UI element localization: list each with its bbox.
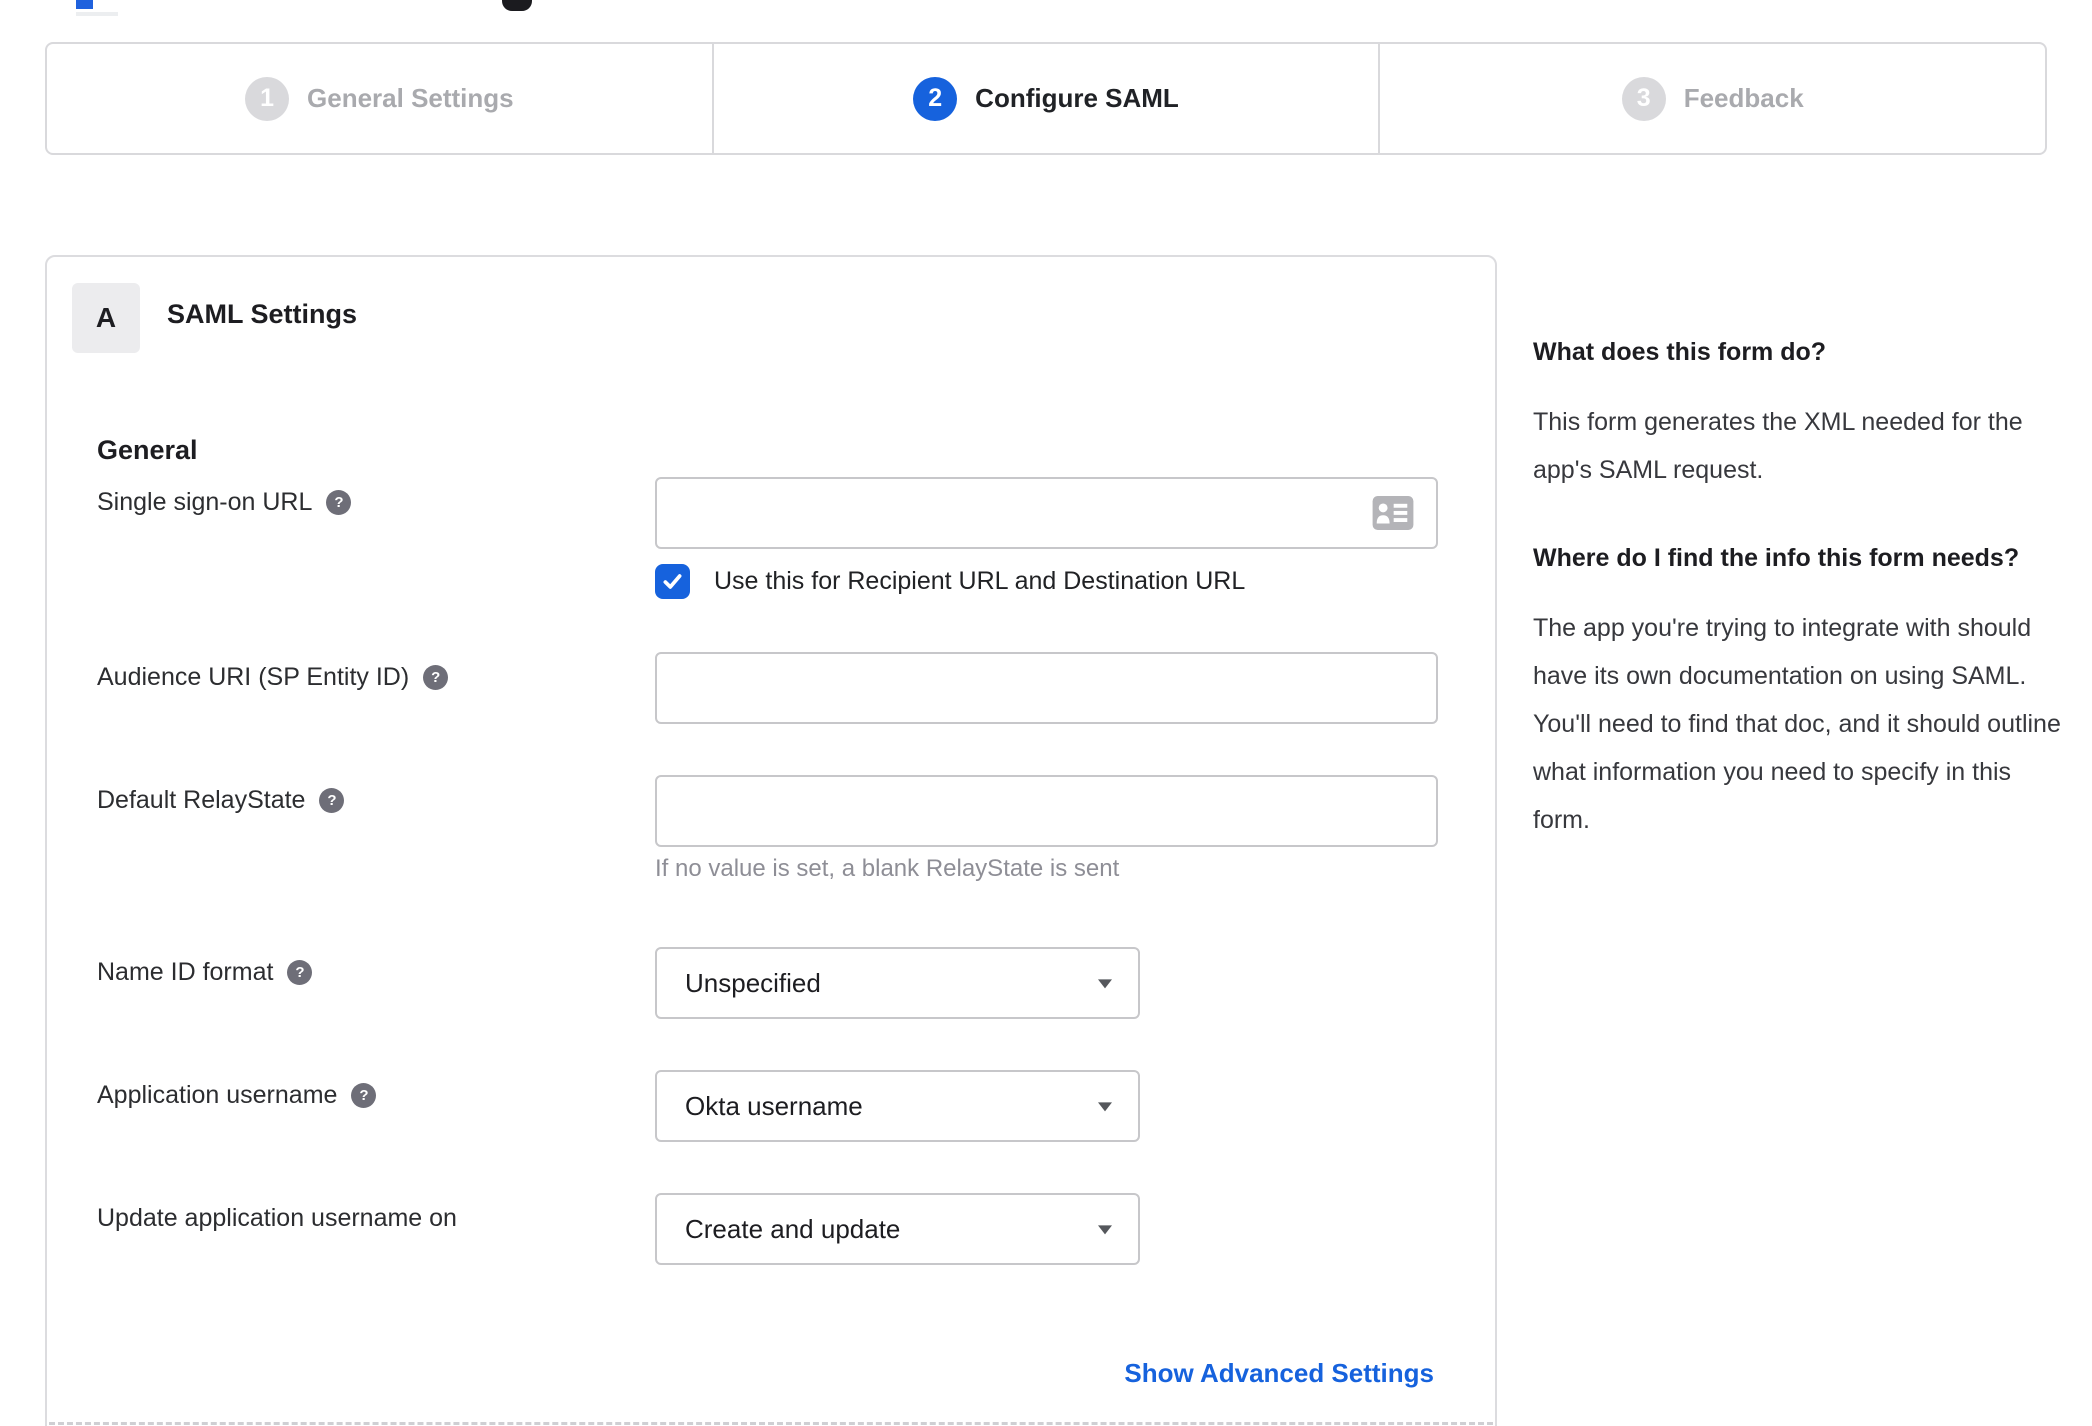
label-audience-uri: Audience URI (SP Entity ID) ?	[97, 663, 449, 692]
help-icon[interactable]: ?	[423, 665, 449, 690]
cutoff-dark-fragment	[502, 0, 532, 11]
field-label-text: Default RelayState	[97, 786, 306, 814]
audience-uri-input[interactable]	[655, 652, 1438, 724]
step-label: Configure SAML	[975, 83, 1179, 113]
default-relaystate-input[interactable]	[655, 775, 1438, 847]
step-configure-saml[interactable]: 2 Configure SAML	[711, 44, 1379, 153]
label-application-username: Application username ?	[97, 1081, 377, 1110]
sidebar-heading-what: What does this form do?	[1533, 338, 1827, 366]
step-number: 2	[928, 84, 943, 112]
label-default-relaystate: Default RelayState ?	[97, 786, 345, 815]
select-value: Unspecified	[685, 967, 821, 998]
help-icon[interactable]: ?	[351, 1083, 377, 1108]
saml-settings-card: A SAML Settings General Single sign-on U…	[45, 255, 1497, 1426]
field-label-text: Name ID format	[97, 958, 274, 986]
dashed-separator	[49, 1422, 1493, 1425]
step-label: General Settings	[307, 83, 514, 113]
field-label-text: Update application username on	[97, 1204, 457, 1232]
step-number-badge: 3	[1621, 76, 1666, 121]
wizard-stepper: 1 General Settings 2 Configure SAML 3 Fe…	[45, 42, 2047, 155]
label-name-id-format: Name ID format ?	[97, 958, 313, 987]
sidebar-body-where: The app you're trying to integrate with …	[1533, 614, 2061, 834]
update-application-username-select[interactable]: Create and update	[655, 1193, 1140, 1265]
step-number: 3	[1636, 84, 1651, 112]
step-general-settings[interactable]: 1 General Settings	[47, 44, 712, 153]
help-icon[interactable]: ?	[287, 960, 313, 985]
step-number-badge: 2	[913, 76, 958, 121]
application-username-select[interactable]: Okta username	[655, 1070, 1140, 1142]
section-a-letter: A	[95, 302, 117, 333]
contact-card-icon[interactable]	[1372, 496, 1414, 530]
relaystate-hint: If no value is set, a blank RelayState i…	[655, 855, 1120, 882]
label-single-sign-on-url: Single sign-on URL ?	[97, 488, 352, 517]
dropdown-caret-icon	[1098, 1102, 1112, 1112]
step-number-badge: 1	[245, 76, 290, 121]
cutoff-blue-fragment	[76, 0, 93, 9]
field-label-text: Audience URI (SP Entity ID)	[97, 663, 410, 691]
select-value: Create and update	[685, 1213, 901, 1244]
help-sidebar: What does this form do? This form genera…	[1533, 330, 2067, 886]
select-value: Okta username	[685, 1090, 863, 1121]
step-feedback[interactable]: 3 Feedback	[1378, 44, 2045, 153]
section-title: SAML Settings	[167, 299, 358, 329]
dropdown-caret-icon	[1098, 1225, 1112, 1235]
step-number: 1	[260, 84, 274, 112]
checkbox-label: Use this for Recipient URL and Destinati…	[714, 567, 1246, 595]
sidebar-heading-where: Where do I find the info this form needs…	[1533, 544, 2020, 572]
field-label-text: Application username	[97, 1081, 338, 1109]
name-id-format-select[interactable]: Unspecified	[655, 947, 1140, 1019]
single-sign-on-url-input[interactable]	[655, 477, 1438, 549]
dropdown-caret-icon	[1098, 979, 1112, 989]
sidebar-body-what: This form generates the XML needed for t…	[1533, 408, 2023, 484]
group-title-general: General	[97, 435, 198, 465]
recipient-destination-checkbox[interactable]	[655, 564, 690, 599]
section-a-badge: A	[72, 283, 140, 353]
cutoff-gray-fragment	[76, 12, 118, 16]
step-label: Feedback	[1683, 83, 1804, 113]
help-icon[interactable]: ?	[319, 788, 345, 813]
label-update-application-username: Update application username on	[97, 1204, 457, 1233]
show-advanced-settings-link[interactable]: Show Advanced Settings	[1124, 1358, 1434, 1389]
help-icon[interactable]: ?	[326, 490, 352, 515]
configure-saml-page: 1 General Settings 2 Configure SAML 3 Fe…	[0, 0, 2092, 1426]
field-label-text: Single sign-on URL	[97, 488, 313, 516]
recipient-destination-checkbox-row: Use this for Recipient URL and Destinati…	[655, 564, 1245, 599]
